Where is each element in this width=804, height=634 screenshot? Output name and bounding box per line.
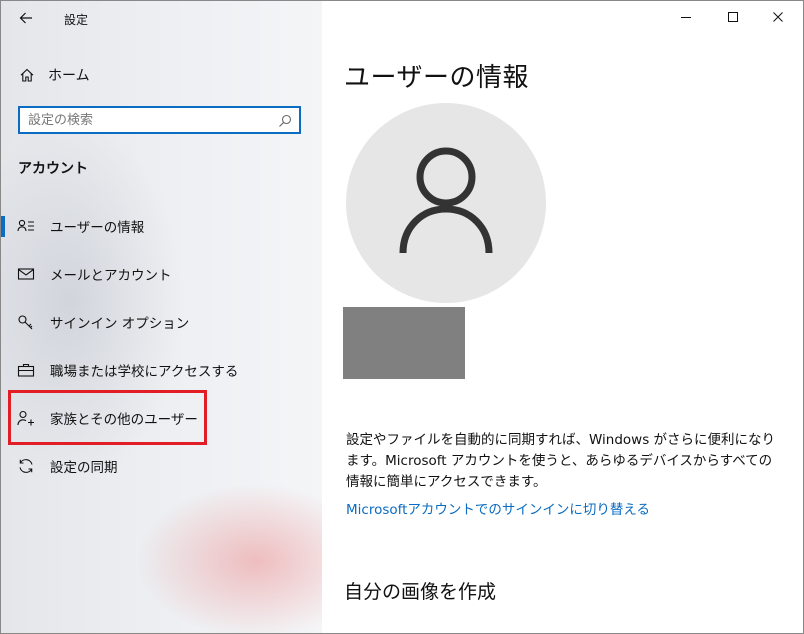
redacted-user-name	[343, 307, 465, 379]
search-box[interactable]	[18, 106, 301, 134]
section-title: アカウント	[18, 161, 88, 177]
home-icon	[20, 68, 34, 82]
nav-label-user-info: ユーザーの情報	[50, 220, 145, 236]
selected-indicator	[1, 216, 5, 237]
search-input[interactable]	[28, 111, 268, 129]
minimize-button[interactable]	[663, 1, 709, 33]
back-button[interactable]	[13, 7, 39, 29]
maximize-button[interactable]	[710, 1, 756, 33]
description-text: 設定やファイルを自動的に同期すれば、Windows がさらに便利になります。Mi…	[346, 432, 776, 490]
sidebar: 設定 ホーム アカウント ユーザーの情報	[1, 1, 322, 633]
nav-label-mail-accounts: メールとアカウント	[50, 268, 172, 284]
app-title: 設定	[64, 13, 89, 27]
create-picture-heading: 自分の画像を作成	[344, 581, 497, 603]
close-icon	[773, 12, 783, 22]
search-icon	[279, 114, 292, 127]
title-bar-left: 設定	[1, 1, 322, 35]
briefcase-icon	[17, 363, 35, 377]
nav-item-user-info[interactable]: ユーザーの情報	[1, 209, 322, 243]
nav-item-family-other-users[interactable]: 家族とその他のユーザー	[1, 401, 322, 435]
microsoft-signin-link[interactable]: Microsoftアカウントでのサインインに切り替える	[346, 498, 650, 518]
nav-label-signin-options: サインイン オプション	[50, 316, 190, 332]
close-button[interactable]	[755, 1, 801, 33]
page-title: ユーザーの情報	[344, 63, 529, 93]
nav-label-work-school: 職場または学校にアクセスする	[50, 364, 239, 380]
settings-window: 設定 ホーム アカウント ユーザーの情報	[0, 0, 804, 634]
main-content: ユーザーの情報 設定やファイルを自動的に同期すれば、Windows がさらに便利…	[322, 1, 803, 633]
add-user-icon	[17, 410, 34, 426]
home-link[interactable]: ホーム	[13, 63, 90, 87]
nav-item-sync-settings[interactable]: 設定の同期	[1, 449, 322, 483]
sync-icon	[19, 459, 33, 473]
nav-item-mail-accounts[interactable]: メールとアカウント	[1, 257, 322, 291]
avatar	[346, 103, 546, 303]
minimize-icon	[681, 17, 691, 18]
nav-label-sync-settings: 設定の同期	[50, 460, 118, 476]
key-icon	[18, 315, 33, 330]
home-label: ホーム	[48, 68, 90, 84]
user-silhouette-icon	[399, 147, 493, 254]
maximize-icon	[728, 12, 738, 22]
nav-item-signin-options[interactable]: サインイン オプション	[1, 305, 322, 339]
mail-icon	[17, 268, 35, 280]
nav-label-family-other-users: 家族とその他のユーザー	[50, 412, 198, 428]
back-arrow-icon	[19, 12, 32, 24]
nav-item-work-school[interactable]: 職場または学校にアクセスする	[1, 353, 322, 387]
user-info-icon	[17, 219, 34, 232]
